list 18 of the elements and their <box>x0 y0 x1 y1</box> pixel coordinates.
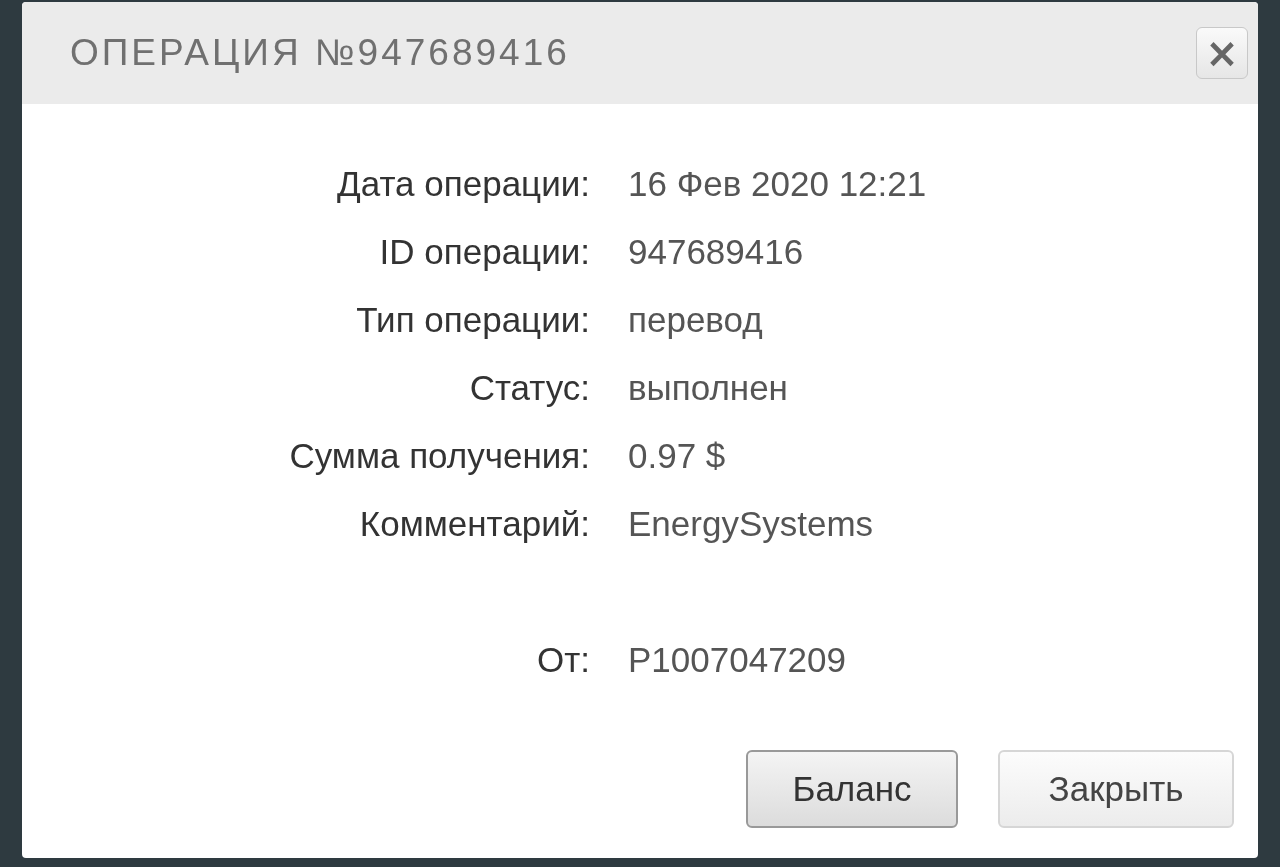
field-value: 16 Фев 2020 12:21 <box>628 164 927 204</box>
field-value: 0.97 $ <box>628 436 726 476</box>
field-label: Статус: <box>468 368 590 408</box>
field-label: Тип операции: <box>355 300 590 340</box>
field-value: выполнен <box>628 368 788 408</box>
balance-button[interactable]: Баланс <box>746 750 958 828</box>
field-value: 947689416 <box>628 232 804 272</box>
field-label: ID операции: <box>378 232 590 272</box>
field-label: Сумма получения: <box>288 436 590 476</box>
field-value: EnergySystems <box>628 504 874 544</box>
close-dialog-button[interactable]: Закрыть <box>998 750 1234 828</box>
dialog-title: ОПЕРАЦИЯ №947689416 <box>70 32 570 74</box>
field-label: Комментарий: <box>358 504 590 544</box>
close-button[interactable]: × <box>1196 27 1248 79</box>
field-label: От: <box>536 640 590 680</box>
field-value: P1007047209 <box>628 640 846 680</box>
field-value: перевод <box>628 300 763 340</box>
field-label: Дата операции: <box>336 164 590 204</box>
